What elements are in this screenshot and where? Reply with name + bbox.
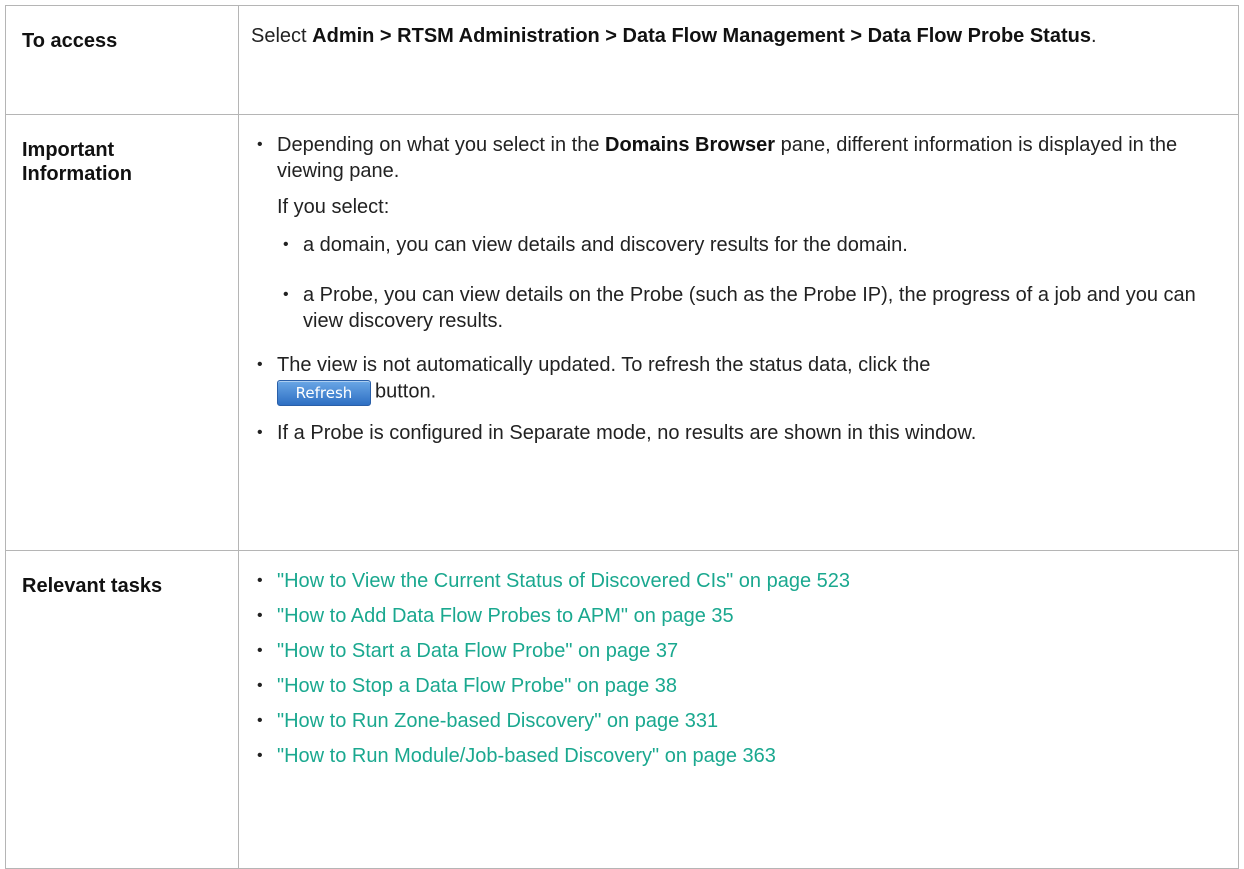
important-bullet-2: The view is not automatically updated. T…	[251, 352, 1226, 406]
info-table: To access Select Admin > RTSM Administra…	[5, 5, 1239, 869]
if-you-select-text: If you select:	[277, 196, 390, 218]
domains-browser-term: Domains Browser	[605, 134, 776, 156]
select-options-list: a domain, you can view details and disco…	[277, 232, 1226, 334]
content-to-access: Select Admin > RTSM Administration > Dat…	[238, 5, 1239, 115]
link-start-probe[interactable]: "How to Start a Data Flow Probe" on page…	[277, 640, 678, 662]
link-stop-probe[interactable]: "How to Stop a Data Flow Probe" on page …	[277, 675, 677, 697]
option-probe: a Probe, you can view details on the Pro…	[277, 282, 1226, 334]
access-suffix: .	[1090, 25, 1097, 47]
task-link-item: "How to Add Data Flow Probes to APM" on …	[251, 601, 1226, 631]
access-prefix: Select	[251, 25, 313, 47]
access-path: Admin > RTSM Administration > Data Flow …	[312, 25, 1091, 47]
content-important-information: Depending on what you select in the Doma…	[238, 114, 1239, 551]
task-link-item: "How to Stop a Data Flow Probe" on page …	[251, 671, 1226, 701]
important-bullet-1: Depending on what you select in the Doma…	[251, 132, 1226, 334]
link-add-data-flow-probes[interactable]: "How to Add Data Flow Probes to APM" on …	[277, 605, 734, 627]
task-link-item: "How to Run Zone-based Discovery" on pag…	[251, 706, 1226, 736]
task-links: "How to View the Current Status of Disco…	[251, 566, 1226, 771]
link-module-job-discovery[interactable]: "How to Run Module/Job-based Discovery" …	[277, 745, 776, 767]
task-link-item: "How to View the Current Status of Disco…	[251, 566, 1226, 596]
content-relevant-tasks: "How to View the Current Status of Disco…	[238, 550, 1239, 869]
label-relevant-tasks: Relevant tasks	[5, 550, 239, 869]
link-view-current-status[interactable]: "How to View the Current Status of Disco…	[277, 570, 850, 592]
refresh-button[interactable]: Refresh	[277, 380, 371, 406]
row-important-information: Important Information Depending on what …	[5, 114, 1239, 551]
task-link-item: "How to Start a Data Flow Probe" on page…	[251, 636, 1226, 666]
row-relevant-tasks: Relevant tasks "How to View the Current …	[5, 550, 1239, 869]
label-to-access: To access	[5, 5, 239, 115]
row-to-access: To access Select Admin > RTSM Administra…	[5, 5, 1239, 115]
link-zone-based-discovery[interactable]: "How to Run Zone-based Discovery" on pag…	[277, 710, 718, 732]
task-link-item: "How to Run Module/Job-based Discovery" …	[251, 741, 1226, 771]
important-bullets: Depending on what you select in the Doma…	[251, 132, 1226, 446]
option-domain: a domain, you can view details and disco…	[277, 232, 1226, 258]
label-important-information: Important Information	[5, 114, 239, 551]
important-bullet-3: If a Probe is configured in Separate mod…	[251, 420, 1226, 446]
